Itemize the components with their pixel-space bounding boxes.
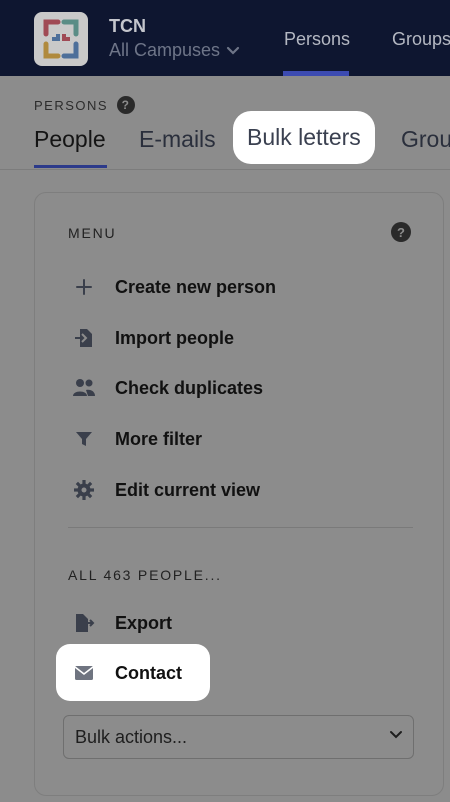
tab-active-indicator: [34, 165, 107, 168]
campus-selector[interactable]: All Campuses: [109, 40, 240, 61]
tab-people[interactable]: People: [34, 126, 106, 153]
menu-item-create-person[interactable]: Create new person: [71, 272, 276, 302]
menu-item-edit-view[interactable]: Edit current view: [71, 475, 260, 505]
help-icon[interactable]: ?: [117, 96, 136, 114]
menu-item-export[interactable]: Export: [71, 608, 172, 638]
menu-help-icon[interactable]: ?: [391, 222, 411, 242]
menu-item-label: Create new person: [115, 276, 277, 297]
menu-item-label: Contact: [115, 662, 182, 683]
bulk-actions-value: Bulk actions...: [75, 726, 188, 747]
tab-bulk-letters-label: Bulk letters: [247, 124, 361, 150]
tab-groups[interactable]: Grou: [401, 126, 450, 153]
all-people-title: ALL 463 PEOPLE...: [68, 567, 222, 583]
plus-icon: [71, 274, 97, 300]
menu-item-contact[interactable]: Contact: [71, 658, 182, 688]
chevron-down-icon: [226, 46, 240, 55]
logo-icon: [43, 19, 79, 59]
menu-divider: [68, 527, 413, 528]
menu-item-check-duplicates[interactable]: Check duplicates: [71, 373, 263, 403]
menu-item-label: Edit current view: [115, 479, 261, 500]
bulk-actions-select[interactable]: Bulk actions...: [63, 715, 414, 759]
gear-icon: [71, 477, 97, 503]
campus-label: All Campuses: [109, 40, 221, 60]
menu-item-import-people[interactable]: Import people: [71, 323, 234, 353]
menu-title: MENU: [68, 225, 117, 241]
tab-emails[interactable]: E-mails: [139, 126, 216, 153]
section-header: PERSONS ? People E-mails Bulk letters Gr…: [0, 76, 450, 170]
app-logo[interactable]: [34, 12, 88, 66]
nav-persons[interactable]: Persons: [284, 29, 350, 50]
filter-icon: [71, 426, 97, 452]
chevron-down-icon: [390, 731, 402, 739]
tab-bulk-letters[interactable]: Bulk letters: [233, 111, 375, 164]
top-navigation-bar: TCN All Campuses Persons Groups: [0, 0, 450, 76]
import-icon: [71, 325, 97, 351]
menu-panel: MENU ? Create new person Import people C: [34, 192, 444, 796]
menu-item-more-filter[interactable]: More filter: [71, 424, 202, 454]
section-title: PERSONS: [34, 97, 109, 113]
menu-item-label: Check duplicates: [115, 377, 264, 398]
menu-item-label: Import people: [115, 327, 235, 348]
envelope-icon: [71, 660, 97, 686]
section-label: PERSONS ?: [34, 96, 136, 114]
nav-groups[interactable]: Groups: [392, 29, 450, 50]
menu-item-label: Export: [115, 612, 173, 633]
export-icon: [71, 610, 97, 636]
people-icon: [71, 375, 97, 401]
menu-item-label: More filter: [115, 428, 203, 449]
organization-name: TCN: [109, 16, 146, 36]
